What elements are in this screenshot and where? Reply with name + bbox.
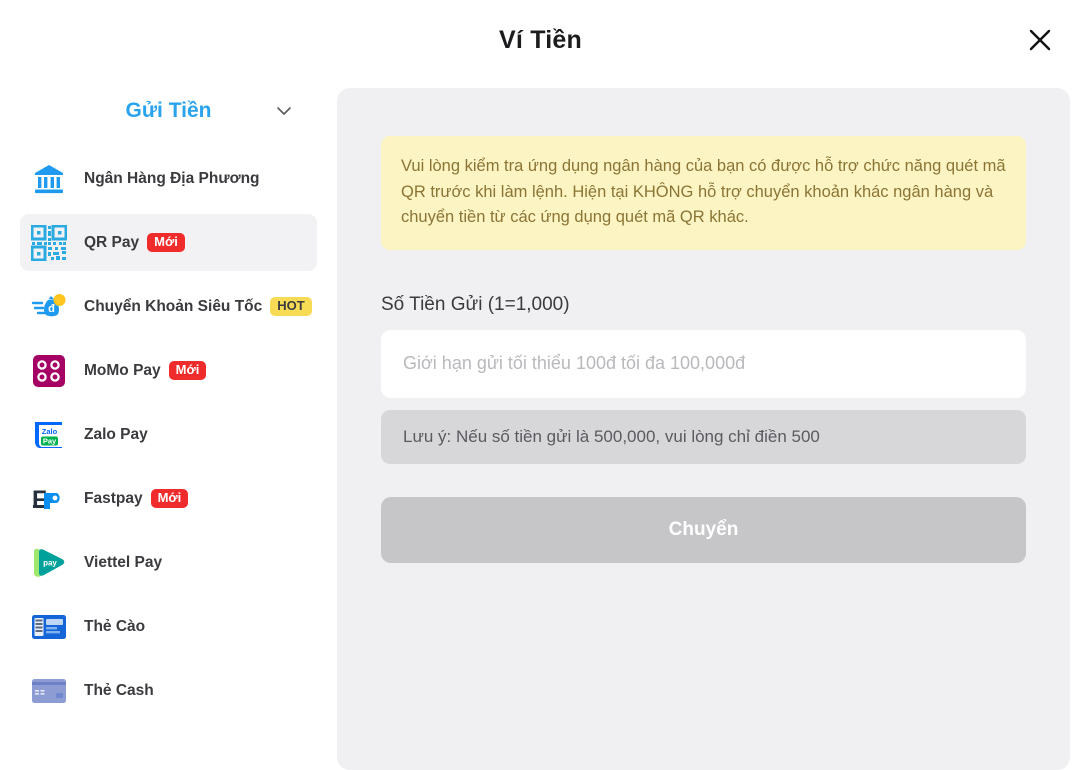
momo-icon <box>30 352 68 390</box>
amount-label: Số Tiền Gửi (1=1,000) <box>381 293 570 315</box>
warning-notice: Vui lòng kiểm tra ứng dụng ngân hàng của… <box>381 136 1026 250</box>
cash-card-icon <box>30 672 68 710</box>
sidebar-item-qr-pay[interactable]: QR Pay Mới <box>20 214 317 271</box>
chevron-down-icon[interactable] <box>273 100 295 122</box>
sidebar-item-label: Zalo Pay <box>84 425 148 443</box>
modal-header: Ví Tiền <box>0 0 1081 80</box>
sidebar-item-label: Thẻ Cào <box>84 617 146 635</box>
sidebar-item-zalo-pay[interactable]: Zalo Pay Zalo Pay <box>20 406 317 463</box>
svg-text:⚡: ⚡ <box>55 296 65 306</box>
status-badge: Mới <box>168 361 207 380</box>
deposit-panel-wrap: Vui lòng kiểm tra ứng dụng ngân hàng của… <box>337 80 1081 770</box>
close-button[interactable] <box>1019 19 1061 61</box>
sidebar-item-label: Viettel Pay <box>84 553 163 571</box>
wallet-modal: Ví Tiền Gửi Tiền Ngân Hàng Địa Phương QR… <box>0 0 1081 770</box>
sidebar-item-label: Thẻ Cash <box>84 681 154 699</box>
bank-icon <box>30 160 68 198</box>
sidebar-item-express-transfer[interactable]: đ ⚡ Chuyển Khoản Siêu Tốc HOT <box>20 278 317 335</box>
qr-code-icon <box>30 224 68 262</box>
sidebar-item-label: Chuyển Khoản Siêu Tốc <box>84 297 263 315</box>
sidebar-item-label: QR Pay <box>84 233 140 251</box>
status-badge: HOT <box>270 297 312 316</box>
sidebar-item-label: Fastpay <box>84 489 143 507</box>
svg-text:pay: pay <box>43 558 57 567</box>
sidebar-header[interactable]: Gửi Tiền <box>0 80 337 142</box>
amount-input[interactable] <box>381 329 1026 398</box>
payment-method-list: Ngân Hàng Địa Phương QR Pay Mới đ ⚡ Chuy… <box>0 150 337 719</box>
sidebar-item-label: MoMo Pay <box>84 361 161 379</box>
page-title: Ví Tiền <box>499 25 582 54</box>
close-icon <box>1027 27 1053 53</box>
sidebar-item-fastpay[interactable]: F Fastpay Mới <box>20 470 317 527</box>
status-badge: Mới <box>147 233 185 252</box>
sidebar-title: Gửi Tiền <box>125 99 212 122</box>
svg-text:Pay: Pay <box>43 436 57 445</box>
sidebar-item-label: Ngân Hàng Địa Phương <box>84 169 260 187</box>
deposit-panel: Vui lòng kiểm tra ứng dụng ngân hàng của… <box>337 88 1070 770</box>
submit-transfer-button[interactable]: Chuyển <box>381 496 1026 563</box>
zalopay-icon: Zalo Pay <box>30 416 68 454</box>
sidebar-item-cash-card[interactable]: Thẻ Cash <box>20 662 317 719</box>
sidebar-item-viettel-pay[interactable]: pay Viettel Pay <box>20 534 317 591</box>
viettelpay-icon: pay <box>30 544 68 582</box>
fastpay-icon: F <box>30 480 68 518</box>
scratch-card-icon <box>30 608 68 646</box>
svg-text:Zalo: Zalo <box>42 427 58 436</box>
money-bag-icon: đ ⚡ <box>30 288 68 326</box>
modal-body: Gửi Tiền Ngân Hàng Địa Phương QR Pay Mới… <box>0 80 1081 770</box>
amount-hint: Lưu ý: Nếu số tiền gửi là 500,000, vui l… <box>381 409 1026 464</box>
sidebar-item-momo-pay[interactable]: MoMo Pay Mới <box>20 342 317 399</box>
sidebar-item-scratch-card[interactable]: Thẻ Cào <box>20 598 317 655</box>
status-badge: Mới <box>150 489 189 508</box>
sidebar-item-local-bank[interactable]: Ngân Hàng Địa Phương <box>20 150 317 207</box>
payment-method-sidebar: Gửi Tiền Ngân Hàng Địa Phương QR Pay Mới… <box>0 80 337 770</box>
